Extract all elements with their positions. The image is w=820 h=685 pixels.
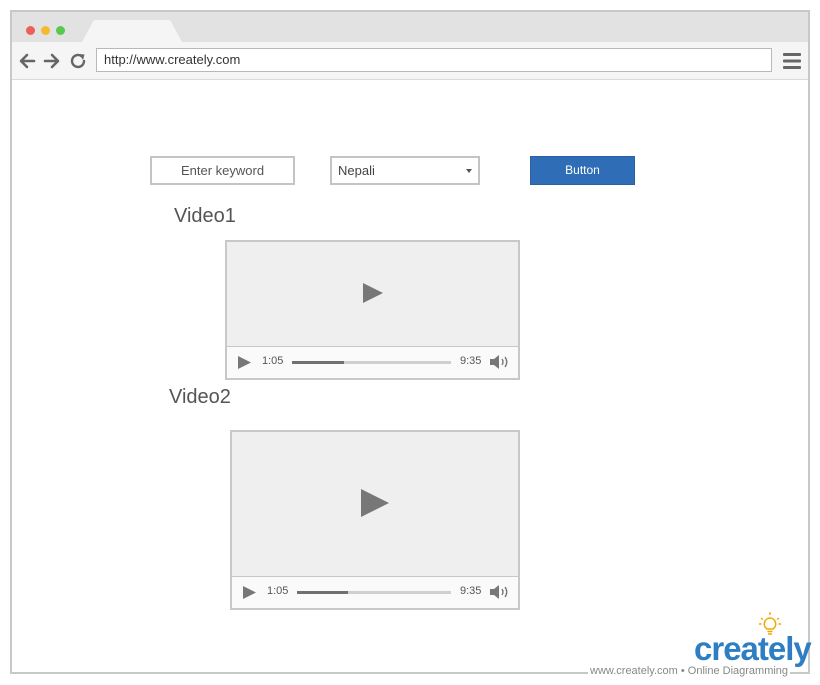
- back-arrow-icon[interactable]: [18, 52, 36, 70]
- video1-title: Video1: [174, 205, 236, 227]
- video2-duration: 9:35: [460, 585, 482, 597]
- browser-toolbar: http://www.creately.com: [12, 42, 808, 80]
- browser-tab[interactable]: [82, 20, 182, 42]
- video2-screen[interactable]: [232, 432, 518, 578]
- video1-play-icon[interactable]: [237, 355, 252, 370]
- video2-progress: [297, 591, 348, 594]
- forward-arrow-icon[interactable]: [43, 52, 61, 70]
- video2-play-icon[interactable]: [242, 585, 257, 600]
- minimize-window-dot[interactable]: [41, 26, 50, 35]
- close-window-dot[interactable]: [26, 26, 35, 35]
- tab-bar: [12, 12, 808, 42]
- video1-player: 1:05 9:35: [225, 240, 520, 380]
- video1-progress: [292, 361, 345, 364]
- watermark-footer: www.creately.com • Online Diagramming: [588, 665, 791, 677]
- dropdown-caret-icon: [466, 169, 472, 173]
- maximize-window-dot[interactable]: [56, 26, 65, 35]
- keyword-input[interactable]: Enter keyword: [150, 156, 295, 185]
- video1-duration: 9:35: [460, 355, 482, 367]
- video2-player: 1:05 9:35: [230, 430, 520, 610]
- video1-large-play-icon[interactable]: [361, 282, 385, 304]
- video2-controls: 1:05 9:35: [232, 577, 518, 608]
- video1-screen[interactable]: [227, 242, 518, 348]
- video2-large-play-icon[interactable]: [360, 488, 390, 518]
- submit-button[interactable]: Button: [530, 156, 635, 185]
- video2-title: Video2: [169, 386, 231, 408]
- reload-icon[interactable]: [69, 52, 87, 70]
- video1-controls: 1:05 9:35: [227, 347, 518, 378]
- creately-logo-text: creately: [694, 630, 812, 667]
- video1-seek-bar[interactable]: [292, 361, 451, 364]
- video2-seek-bar[interactable]: [297, 591, 451, 594]
- language-select[interactable]: Nepali: [330, 156, 480, 185]
- creately-logo: creately: [694, 612, 814, 668]
- video2-current-time: 1:05: [267, 585, 289, 597]
- video1-volume-icon[interactable]: [489, 353, 513, 371]
- video2-volume-icon[interactable]: [489, 583, 513, 601]
- address-bar[interactable]: http://www.creately.com: [96, 48, 772, 72]
- video1-current-time: 1:05: [262, 355, 284, 367]
- hamburger-menu-icon[interactable]: [782, 51, 802, 71]
- language-selected-value: Nepali: [338, 163, 375, 178]
